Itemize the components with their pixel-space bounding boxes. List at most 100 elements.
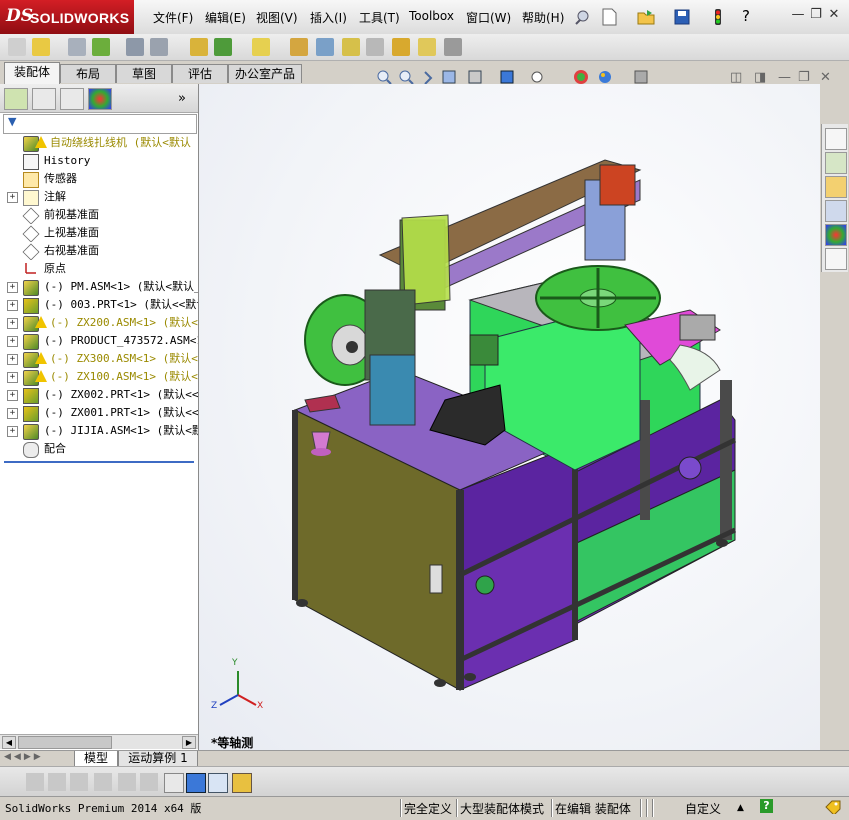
mate-icon[interactable] bbox=[68, 38, 86, 56]
menu-help[interactable]: 帮助(H) bbox=[522, 9, 564, 26]
tree-filter-bar[interactable]: ▼ bbox=[3, 114, 197, 134]
tab-scroll-arrows-icon[interactable]: ◀◀▶▶ bbox=[4, 752, 44, 762]
expand-icon[interactable]: + bbox=[7, 390, 18, 401]
design-library-icon[interactable] bbox=[825, 152, 847, 174]
tree-item[interactable]: + 注解 bbox=[0, 188, 198, 206]
assembly-features-icon[interactable] bbox=[214, 38, 232, 56]
rollback-bar[interactable] bbox=[4, 461, 194, 463]
expand-icon[interactable]: + bbox=[7, 336, 18, 347]
tree-item[interactable]: 原点 bbox=[0, 260, 198, 278]
custom-properties-icon[interactable] bbox=[825, 248, 847, 270]
tree-item[interactable]: 传感器 bbox=[0, 170, 198, 188]
clearance-verification-icon[interactable] bbox=[418, 38, 436, 56]
instant3d-icon[interactable] bbox=[444, 38, 462, 56]
tree-item[interactable]: + (-) ZX200.ASM<1> (默认< bbox=[0, 314, 198, 332]
scroll-right-icon[interactable]: ▶ bbox=[182, 736, 196, 749]
tree-item[interactable]: 前视基准面 bbox=[0, 206, 198, 224]
solidworks-resources-icon[interactable] bbox=[825, 128, 847, 150]
tag-icon[interactable] bbox=[825, 800, 841, 817]
tab-assembly[interactable]: 装配体 bbox=[4, 62, 60, 84]
property-manager-tab-icon[interactable] bbox=[32, 88, 56, 110]
hidden-lines-icon[interactable] bbox=[48, 773, 66, 791]
tab-model[interactable]: 模型 bbox=[74, 751, 118, 767]
rebuild-traffic-light-icon[interactable] bbox=[709, 8, 727, 26]
rebuild-view-icon[interactable] bbox=[232, 773, 252, 793]
viewport-minimize-icon[interactable]: — bbox=[778, 70, 791, 85]
expand-icon[interactable]: + bbox=[7, 192, 18, 203]
exploded-view-icon[interactable] bbox=[342, 38, 360, 56]
curvature-icon[interactable] bbox=[140, 773, 158, 791]
solidworks-logo[interactable]: DS SOLIDWORKS bbox=[0, 0, 134, 34]
new-document-icon[interactable] bbox=[600, 8, 618, 26]
tree-item[interactable]: + (-) ZX001.PRT<1> (默认<<默 bbox=[0, 404, 198, 422]
move-component-icon[interactable] bbox=[150, 38, 168, 56]
graphics-area[interactable]: Y X Z *等轴测 bbox=[199, 84, 820, 750]
help-button[interactable]: ? bbox=[742, 7, 750, 25]
menu-file[interactable]: 文件(F) bbox=[153, 9, 193, 26]
expand-icon[interactable]: + bbox=[7, 318, 18, 329]
wireframe-icon[interactable] bbox=[26, 773, 44, 791]
chevron-right-icon[interactable]: » bbox=[178, 91, 186, 106]
unit-system[interactable]: 自定义 bbox=[685, 800, 721, 817]
tab-evaluate[interactable]: 评估 bbox=[172, 64, 228, 83]
open-folder-icon[interactable] bbox=[637, 8, 655, 26]
save-icon[interactable] bbox=[673, 8, 691, 26]
menu-tools[interactable]: 工具(T) bbox=[359, 9, 400, 26]
viewport-close-icon[interactable]: ✕ bbox=[820, 70, 831, 85]
tree-item[interactable]: + (-) ZX002.PRT<1> (默认<<默 bbox=[0, 386, 198, 404]
tree-item[interactable]: + (-) 003.PRT<1> (默认<<默认> bbox=[0, 296, 198, 314]
expand-icon[interactable]: + bbox=[7, 426, 18, 437]
close-icon[interactable]: ✕ bbox=[825, 6, 843, 24]
split-view-icon[interactable]: ◫ bbox=[730, 70, 742, 85]
new-part-icon[interactable] bbox=[32, 38, 50, 56]
pushpin-icon[interactable] bbox=[574, 8, 592, 26]
expand-icon[interactable]: + bbox=[7, 408, 18, 419]
perspective-icon[interactable] bbox=[118, 773, 136, 791]
shaded-icon[interactable] bbox=[186, 773, 206, 793]
viewport-restore-icon[interactable]: ❐ bbox=[798, 70, 810, 85]
scroll-thumb[interactable] bbox=[18, 736, 112, 749]
quick-tips-icon[interactable]: ? bbox=[760, 799, 773, 813]
tree-item[interactable]: 配合 bbox=[0, 440, 198, 458]
expand-icon[interactable]: + bbox=[7, 354, 18, 365]
tab-office-products[interactable]: 办公室产品 bbox=[228, 64, 302, 83]
unit-system-arrow-icon[interactable]: ▲ bbox=[737, 803, 744, 813]
section-view-toolbar-icon[interactable] bbox=[208, 773, 228, 793]
expand-icon[interactable]: + bbox=[7, 372, 18, 383]
configuration-manager-tab-icon[interactable] bbox=[60, 88, 84, 110]
view-palette-icon[interactable] bbox=[825, 200, 847, 222]
smart-fasteners-icon[interactable] bbox=[126, 38, 144, 56]
tab-motion-study[interactable]: 运动算例 1 bbox=[118, 751, 198, 767]
tree-item[interactable]: + (-) PM.ASM<1> (默认<默认_显 bbox=[0, 278, 198, 296]
tree-item[interactable]: + (-) PRODUCT_473572.ASM<1> bbox=[0, 332, 198, 350]
file-explorer-icon[interactable] bbox=[825, 176, 847, 198]
show-hidden-icon[interactable] bbox=[190, 38, 208, 56]
menu-view[interactable]: 视图(V) bbox=[256, 9, 298, 26]
tree-item[interactable]: 自动绕线扎线机 (默认<默认 bbox=[0, 134, 198, 152]
new-motion-study-icon[interactable] bbox=[290, 38, 308, 56]
insert-components-icon[interactable] bbox=[8, 38, 26, 56]
linear-pattern-icon[interactable] bbox=[92, 38, 110, 56]
menu-window[interactable]: 窗口(W) bbox=[466, 9, 511, 26]
interference-detection-icon[interactable] bbox=[392, 38, 410, 56]
tree-item[interactable]: + (-) ZX100.ASM<1> (默认< bbox=[0, 368, 198, 386]
feature-tree-tab-icon[interactable] bbox=[4, 88, 28, 110]
expand-icon[interactable]: + bbox=[7, 300, 18, 311]
tab-layout[interactable]: 布局 bbox=[60, 64, 116, 83]
split-view2-icon[interactable]: ◨ bbox=[754, 70, 766, 85]
assembly-model[interactable] bbox=[199, 84, 820, 750]
reference-geometry-icon[interactable] bbox=[252, 38, 270, 56]
shadows-icon[interactable] bbox=[164, 773, 184, 793]
hidden-lines-removed-icon[interactable] bbox=[70, 773, 88, 791]
bill-of-materials-icon[interactable] bbox=[316, 38, 334, 56]
draft-quality-icon[interactable] bbox=[94, 773, 112, 791]
menu-insert[interactable]: 插入(I) bbox=[310, 9, 347, 26]
scroll-left-icon[interactable]: ◀ bbox=[2, 736, 16, 749]
restore-icon[interactable]: ❐ bbox=[807, 6, 825, 24]
tree-item[interactable]: History bbox=[0, 152, 198, 170]
tab-sketch[interactable]: 草图 bbox=[116, 64, 172, 83]
appearances-scenes-icon[interactable] bbox=[825, 224, 847, 246]
tree-horizontal-scrollbar[interactable]: ◀ ▶ bbox=[0, 734, 198, 749]
menu-toolbox[interactable]: Toolbox bbox=[409, 9, 454, 23]
expand-icon[interactable]: + bbox=[7, 282, 18, 293]
